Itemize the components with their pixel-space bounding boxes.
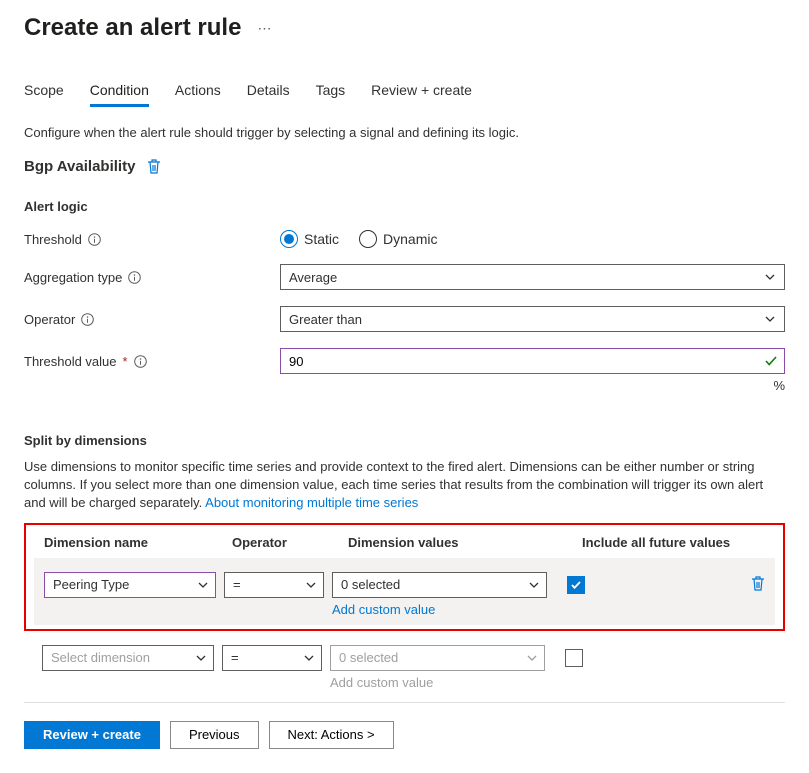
dimension-values-text: 0 selected (341, 577, 400, 592)
tab-tags[interactable]: Tags (316, 82, 346, 107)
tab-scope[interactable]: Scope (24, 82, 64, 107)
more-actions-icon[interactable]: ⋯ (257, 20, 271, 37)
threshold-static-radio[interactable]: Static (280, 230, 339, 248)
info-icon[interactable] (134, 355, 147, 368)
alert-logic-heading: Alert logic (24, 199, 785, 214)
include-future-checkbox[interactable] (567, 576, 585, 594)
add-custom-value-link[interactable]: Add custom value (332, 602, 547, 617)
page-title: Create an alert rule (24, 14, 241, 42)
required-asterisk: * (123, 354, 128, 369)
chevron-down-icon (195, 652, 207, 664)
previous-button[interactable]: Previous (170, 721, 259, 749)
next-button[interactable]: Next: Actions > (269, 721, 394, 749)
chevron-down-icon (197, 579, 209, 591)
chevron-down-icon (528, 579, 540, 591)
info-icon[interactable] (128, 271, 141, 284)
delete-dimension-icon[interactable] (751, 576, 765, 594)
operator-select[interactable]: Greater than (280, 306, 785, 332)
split-description: Use dimensions to monitor specific time … (24, 458, 785, 513)
split-heading: Split by dimensions (24, 433, 785, 448)
review-create-button[interactable]: Review + create (24, 721, 160, 749)
dimension-values-select[interactable]: 0 selected (332, 572, 547, 598)
tab-review[interactable]: Review + create (371, 82, 472, 107)
tab-actions[interactable]: Actions (175, 82, 221, 107)
operator-value: Greater than (289, 312, 362, 327)
info-icon[interactable] (81, 313, 94, 326)
dimension-row-empty: Select dimension = 0 selected Add custom… (24, 631, 785, 698)
valid-check-icon (764, 354, 778, 368)
threshold-dynamic-radio[interactable]: Dynamic (359, 230, 437, 248)
chevron-down-icon (526, 652, 538, 664)
split-learn-link[interactable]: About monitoring multiple time series (205, 495, 418, 510)
threshold-value-label: Threshold value (24, 354, 117, 369)
info-icon[interactable] (88, 233, 101, 246)
radio-label-dynamic: Dynamic (383, 231, 437, 247)
tab-details[interactable]: Details (247, 82, 290, 107)
dimension-operator-select[interactable]: = (224, 572, 324, 598)
chevron-down-icon (764, 313, 776, 325)
dimension-name-placeholder: Select dimension (51, 650, 150, 665)
chevron-down-icon (303, 652, 315, 664)
dimension-table-highlighted: Dimension name Operator Dimension values… (24, 523, 785, 631)
include-future-checkbox[interactable] (565, 649, 583, 667)
signal-name: Bgp Availability (24, 158, 135, 175)
dimension-row: Peering Type = 0 selected Add custom val… (34, 558, 775, 625)
dimension-op-value: = (231, 650, 239, 665)
radio-label-static: Static (304, 231, 339, 247)
aggregation-value: Average (289, 270, 337, 285)
dimension-values-select[interactable]: 0 selected (330, 645, 545, 671)
dimension-name-value: Peering Type (53, 577, 129, 592)
threshold-value-input-wrap (280, 348, 785, 374)
dimension-name-select[interactable]: Peering Type (44, 572, 216, 598)
dimension-operator-select[interactable]: = (222, 645, 322, 671)
delete-signal-icon[interactable] (147, 159, 161, 174)
dimension-name-select[interactable]: Select dimension (42, 645, 214, 671)
dimension-op-value: = (233, 577, 241, 592)
tab-condition[interactable]: Condition (90, 82, 149, 107)
threshold-label: Threshold (24, 232, 82, 247)
description-text: Configure when the alert rule should tri… (24, 125, 785, 140)
tab-bar: Scope Condition Actions Details Tags Rev… (24, 82, 785, 107)
aggregation-label: Aggregation type (24, 270, 122, 285)
dimension-values-placeholder: 0 selected (339, 650, 398, 665)
operator-label: Operator (24, 312, 75, 327)
col-header-operator: Operator (232, 535, 348, 550)
add-custom-value-disabled: Add custom value (330, 675, 545, 690)
aggregation-select[interactable]: Average (280, 264, 785, 290)
col-header-name: Dimension name (44, 535, 232, 550)
col-header-values: Dimension values (348, 535, 582, 550)
col-header-future: Include all future values (582, 535, 765, 550)
unit-label: % (24, 378, 785, 393)
threshold-value-input[interactable] (289, 354, 764, 369)
chevron-down-icon (764, 271, 776, 283)
chevron-down-icon (305, 579, 317, 591)
